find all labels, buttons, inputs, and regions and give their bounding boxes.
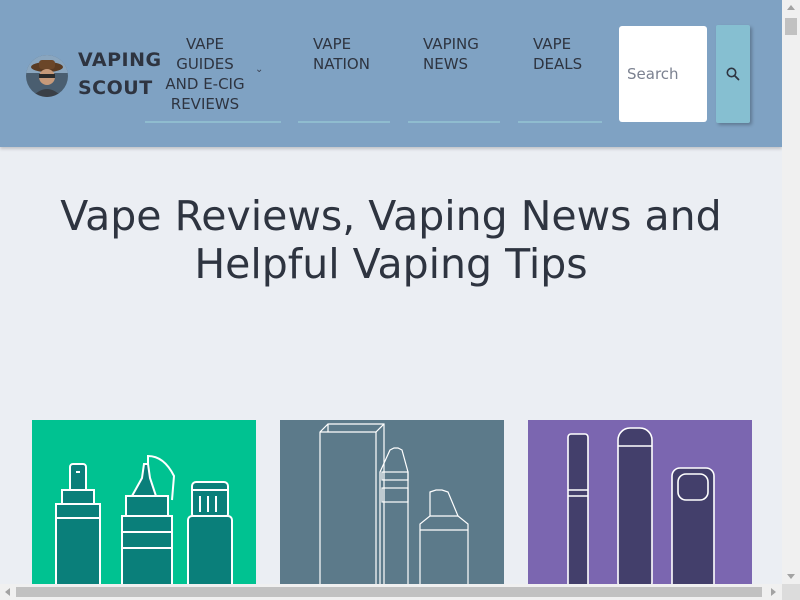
scrollbar-corner [782,584,800,600]
scroll-right-arrow-icon[interactable] [771,588,776,596]
e-cig-devices-card[interactable] [528,420,752,584]
site-header: VAPING SCOUT VAPE GUIDES AND E-CIG REVIE… [0,0,782,147]
scroll-up-arrow-icon[interactable] [787,5,795,10]
vertical-scrollbar[interactable] [782,0,800,584]
e-cig-devices-illustration [567,427,715,584]
nav-vaping-news[interactable]: VAPING NEWS [408,34,500,74]
nav-label-line: VAPE [185,35,225,53]
scroll-down-arrow-icon[interactable] [787,574,795,579]
scroll-left-arrow-icon[interactable] [5,588,10,596]
nav-underline [145,121,281,123]
site-logo-avatar[interactable] [26,55,68,97]
nav-underline [408,121,500,123]
nav-label-line: AND E-CIG [165,75,245,93]
nav-underline [298,121,390,123]
nav-label-line: GUIDES [176,55,234,73]
chevron-down-icon[interactable]: ⌄ [255,64,263,75]
nav-vape-deals[interactable]: VAPE DEALS [518,34,602,74]
nav-vape-nation[interactable]: VAPE NATION [298,34,390,74]
horizontal-scroll-thumb[interactable] [16,587,762,597]
nav-vape-guides[interactable]: VAPE GUIDES AND E-CIG REVIEWS [150,34,260,114]
vertical-scroll-thumb[interactable] [785,18,797,35]
nav-label-line: REVIEWS [170,95,240,113]
hero-line-1: Vape Reviews, Vaping News and [60,192,722,240]
nav-underline [518,121,602,123]
nav-label-line: NATION [313,55,370,73]
e-liquid-bottles-illustration [55,454,233,584]
horizontal-scrollbar[interactable] [0,584,782,600]
search-button[interactable] [716,25,750,123]
nav-label-line: VAPING [423,35,479,53]
search-icon [726,67,740,81]
nav-label-line: VAPE [313,35,352,53]
hero-heading: Vape Reviews, Vaping News and Helpful Va… [0,192,782,288]
hero-line-2: Helpful Vaping Tips [194,240,588,288]
vape-product-outlines-card[interactable] [280,420,504,584]
vape-product-outlines-illustration [319,423,469,584]
nav-label-line: NEWS [423,55,469,73]
nav-label-line: DEALS [533,55,583,73]
search-input[interactable] [619,26,707,122]
e-liquid-bottles-card[interactable] [32,420,256,584]
nav-label-line: VAPE [533,35,572,53]
